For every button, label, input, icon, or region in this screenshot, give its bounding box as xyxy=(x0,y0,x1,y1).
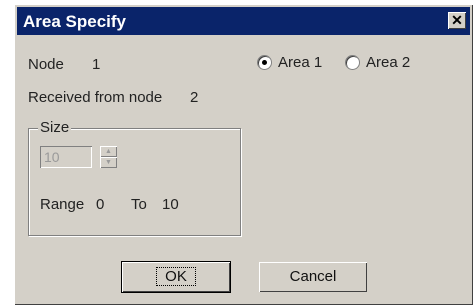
area-1-radio[interactable]: Area 1 xyxy=(257,54,322,71)
title-bar: Area Specify ✕ xyxy=(17,7,470,35)
received-label: Received from node xyxy=(28,89,163,106)
area-1-label: Area 1 xyxy=(278,54,323,71)
to-label: To xyxy=(131,196,147,213)
size-spin-input[interactable]: 10 xyxy=(40,146,92,168)
cancel-button[interactable]: Cancel xyxy=(259,262,367,292)
close-icon: ✕ xyxy=(451,12,463,28)
range-to-value: 10 xyxy=(162,196,179,213)
range-label: Range xyxy=(40,196,85,213)
area-specify-dialog: Area Specify ✕ Node 1 Received from node… xyxy=(14,4,473,305)
received-value: 2 xyxy=(190,89,199,106)
node-value: 1 xyxy=(92,56,101,73)
ok-button[interactable]: OK xyxy=(121,261,231,293)
size-value: 10 xyxy=(44,149,60,165)
range-from-value: 0 xyxy=(96,196,105,213)
spin-up-icon[interactable]: ▲ xyxy=(100,146,117,157)
size-group-label: Size xyxy=(38,119,72,136)
area-2-radio[interactable]: Area 2 xyxy=(345,54,410,71)
ok-button-label: OK xyxy=(156,267,196,286)
window-title: Area Specify xyxy=(23,12,126,31)
radio-unchecked-icon xyxy=(345,55,360,70)
area-2-label: Area 2 xyxy=(366,54,411,71)
node-label: Node xyxy=(28,56,64,73)
close-button[interactable]: ✕ xyxy=(448,12,466,29)
spin-down-icon[interactable]: ▼ xyxy=(100,157,117,168)
cancel-button-label: Cancel xyxy=(289,268,337,285)
size-groupbox xyxy=(28,128,241,236)
radio-checked-icon xyxy=(257,55,272,70)
